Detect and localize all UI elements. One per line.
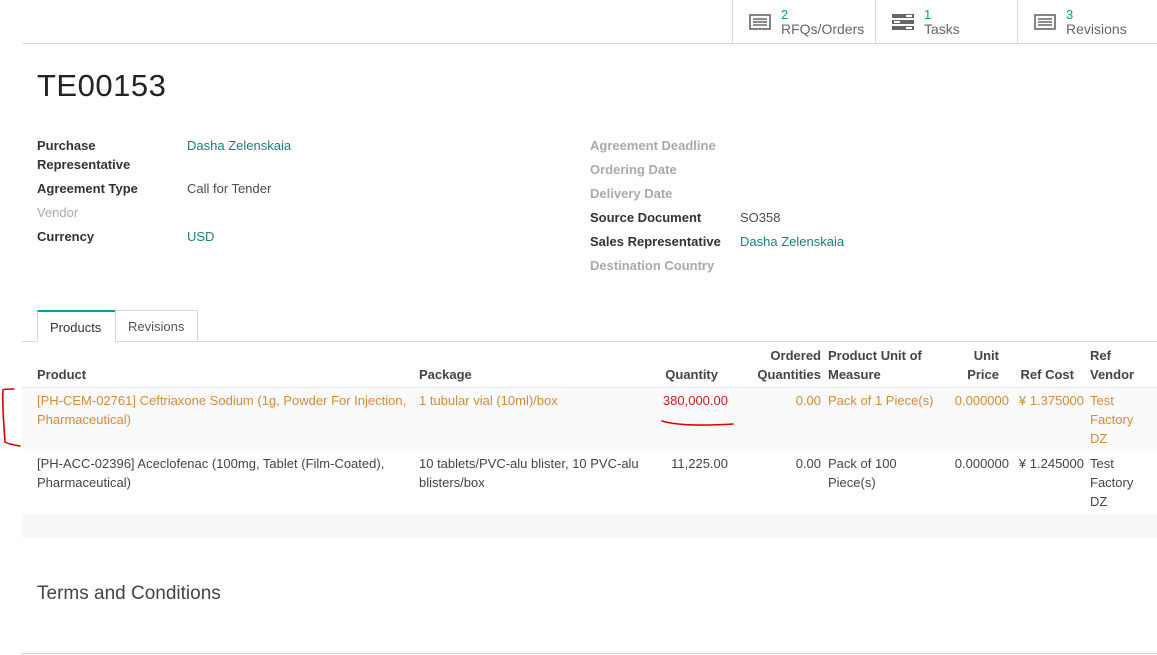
source-document-value[interactable]: SO358 (740, 208, 780, 227)
tasks-label: Tasks (924, 20, 960, 37)
annotation-bracket (1, 388, 21, 447)
tab-products[interactable]: Products (37, 310, 116, 342)
rfqs-count: 2 (781, 6, 789, 22)
row1-ref-vendor: Test Factory DZ (1090, 393, 1134, 446)
purchase-rep-value[interactable]: Dasha Zelenskaia (187, 136, 291, 155)
list-icon (749, 13, 771, 30)
col-unit-price[interactable]: Unit Price (940, 346, 999, 384)
smart-buttons: 2 RFQs/Orders 1 Tasks 3 Revisions (732, 0, 1157, 44)
page-title: TE00153 (37, 68, 167, 103)
row2-quantity[interactable]: 11,225.00 (640, 454, 728, 473)
revisions-label: Revisions (1066, 20, 1127, 37)
row1-ref-cost: ¥ 1.375000 (1018, 393, 1084, 408)
currency-value[interactable]: USD (187, 227, 214, 246)
delivery-date-label: Delivery Date (590, 186, 673, 201)
col-quantity[interactable]: Quantity (640, 365, 718, 384)
row1-product[interactable]: [PH-CEM-02761] Ceftriaxone Sodium (1g, P… (37, 391, 406, 429)
agreement-deadline-label: Agreement Deadline (590, 138, 716, 153)
header-divider (22, 43, 1157, 44)
currency-label: Currency (37, 229, 95, 244)
bottom-divider (22, 653, 1157, 654)
row2-ref-cost: ¥ 1.245000 (1018, 456, 1084, 471)
row1-unit-price[interactable]: 0.000000 (940, 391, 1009, 410)
sales-rep-label: Sales Representative (590, 234, 721, 249)
col-product[interactable]: Product (37, 365, 86, 384)
row1-package[interactable]: 1 tubular vial (10ml)/box (419, 391, 558, 410)
ordering-date-label: Ordering Date (590, 162, 677, 177)
col-uom[interactable]: Product Unit of Measure (828, 346, 922, 384)
revisions-button[interactable]: 3 Revisions (1017, 0, 1157, 43)
tasks-button[interactable]: 1 Tasks (875, 0, 1017, 43)
col-ref-vendor[interactable]: Ref Vendor (1090, 346, 1134, 384)
source-document-label: Source Document (590, 210, 702, 225)
tab-revisions[interactable]: Revisions (115, 310, 198, 342)
col-package[interactable]: Package (419, 365, 472, 384)
purchase-rep-label: Purchase Representative (37, 138, 131, 172)
terms-title: Terms and Conditions (37, 583, 221, 604)
row1-ordered: 0.00 (795, 393, 821, 408)
table-add-line-row[interactable] (22, 514, 1157, 538)
rfqs-orders-button[interactable]: 2 RFQs/Orders (732, 0, 875, 43)
row2-unit-price[interactable]: 0.000000 (940, 454, 1009, 473)
row1-uom[interactable]: Pack of 1 Piece(s) (828, 391, 934, 410)
col-ordered-quantities[interactable]: Ordered Quantities (740, 346, 821, 384)
destination-country-label: Destination Country (590, 258, 715, 273)
row1-quantity[interactable]: 380,000.00 (640, 391, 728, 410)
row2-product[interactable]: [PH-ACC-02396] Aceclofenac (100mg, Table… (37, 454, 384, 492)
col-ref-cost[interactable]: Ref Cost (1010, 365, 1074, 384)
row2-uom[interactable]: Pack of 100 Piece(s) (828, 454, 897, 492)
revisions-count: 3 (1066, 6, 1074, 22)
tasks-count: 1 (924, 6, 932, 22)
list-icon (1034, 13, 1056, 30)
tasks-icon (892, 13, 914, 30)
agreement-type-value[interactable]: Call for Tender (187, 179, 271, 198)
row2-package[interactable]: 10 tablets/PVC-alu blister, 10 PVC-alu b… (419, 454, 639, 492)
agreement-type-label: Agreement Type (37, 181, 138, 196)
row2-ordered: 0.00 (795, 456, 821, 471)
sales-rep-value[interactable]: Dasha Zelenskaia (740, 232, 844, 251)
vendor-label: Vendor (37, 205, 79, 220)
rfqs-label: RFQs/Orders (781, 20, 865, 37)
row2-ref-vendor: Test Factory DZ (1090, 456, 1134, 509)
